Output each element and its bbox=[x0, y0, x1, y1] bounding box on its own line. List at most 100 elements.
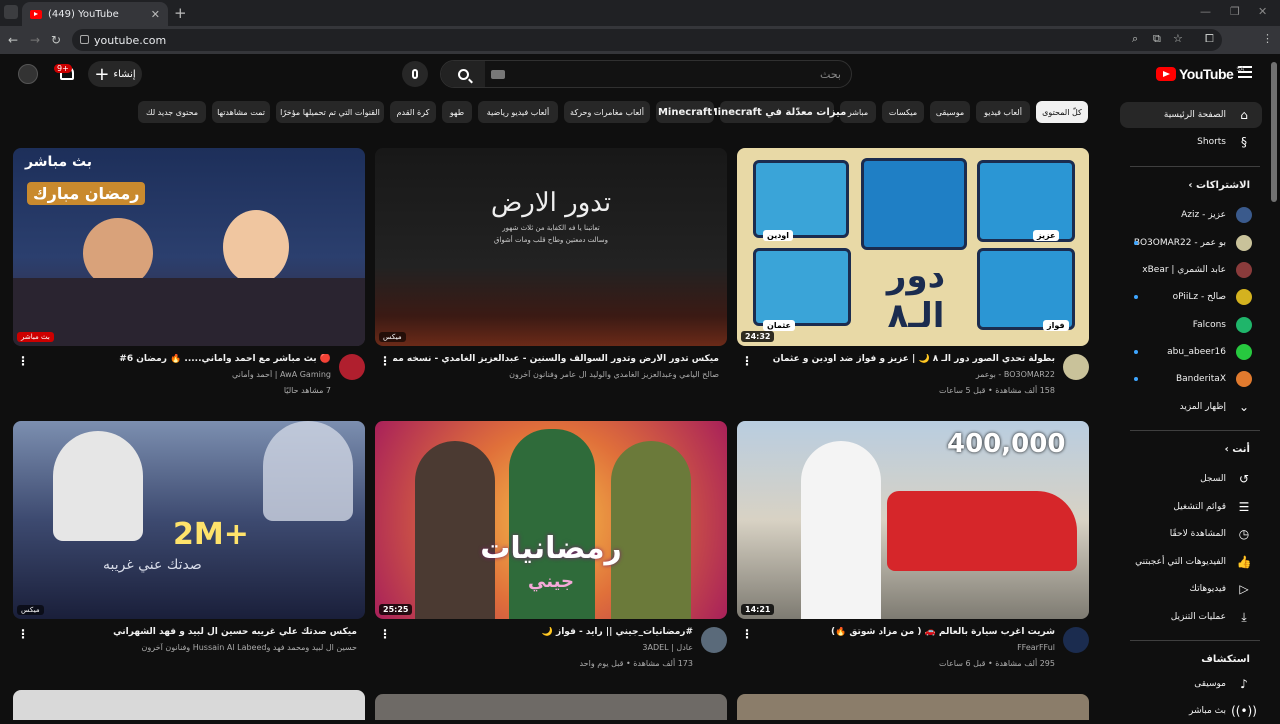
search-button[interactable] bbox=[441, 61, 485, 87]
sidebar-item-your-videos[interactable]: فيديوهاتك ▷ bbox=[1120, 576, 1262, 602]
more-actions-icon[interactable]: ⋮ bbox=[741, 354, 753, 368]
video-title[interactable]: بطولة تحدي الصور دور الـ ٨ 🌙 | عزيز و فو… bbox=[755, 354, 1055, 364]
video-card[interactable]: دور الـ٨ اودين عزيز عثمان فواز 24:32 بطو… bbox=[737, 148, 1089, 395]
restore-icon[interactable]: ❐ bbox=[1230, 5, 1240, 18]
sidebar-item-live[interactable]: بث مباشر ((•)) bbox=[1120, 698, 1262, 724]
sidebar-item-music[interactable]: موسيقى ♪ bbox=[1120, 671, 1262, 697]
search-input[interactable] bbox=[493, 61, 845, 87]
voice-search-button[interactable] bbox=[402, 61, 428, 87]
video-thumbnail[interactable]: 2M+ صدتك عني غريبه ميكس bbox=[13, 421, 365, 619]
subscription-item[interactable]: صالح - oPiiLz bbox=[1120, 284, 1262, 310]
account-avatar[interactable] bbox=[18, 64, 38, 84]
close-window-icon[interactable]: ✕ bbox=[1258, 5, 1267, 18]
chip-cooking[interactable]: طهو bbox=[442, 101, 472, 123]
more-actions-icon[interactable]: ⋮ bbox=[379, 627, 391, 641]
more-actions-icon[interactable]: ⋮ bbox=[17, 627, 29, 641]
reload-icon[interactable]: ↻ bbox=[51, 33, 61, 47]
more-actions-icon[interactable]: ⋮ bbox=[17, 354, 29, 368]
close-tab-icon[interactable]: ✕ bbox=[151, 8, 160, 21]
chip-video-games[interactable]: ألعاب فيديو bbox=[976, 101, 1030, 123]
install-icon[interactable]: ⧉ bbox=[1153, 32, 1161, 46]
bookmark-star-icon[interactable]: ☆ bbox=[1173, 32, 1183, 45]
browser-menu-icon[interactable]: ⋮ bbox=[1262, 32, 1273, 45]
new-tab-icon[interactable]: + bbox=[174, 4, 187, 22]
subscription-item[interactable]: BanderitaX bbox=[1120, 366, 1262, 392]
video-thumbnail[interactable] bbox=[375, 694, 727, 720]
channel-avatar[interactable] bbox=[339, 354, 365, 380]
video-card[interactable]: بث مباشر رمضان مبارك بث مباشر 🔴 بث مباشر… bbox=[13, 148, 365, 395]
forward-icon[interactable]: → bbox=[30, 33, 40, 47]
channel-name[interactable]: صالح اليامي وعبدالعزيز الغامدي والوليد ا… bbox=[393, 370, 719, 379]
create-button[interactable]: + إنشاء bbox=[88, 61, 142, 87]
more-actions-icon[interactable]: ⋮ bbox=[379, 354, 391, 368]
video-thumbnail[interactable]: 400,000 14:21 bbox=[737, 421, 1089, 619]
channel-name[interactable]: FFearFFul bbox=[755, 643, 1055, 652]
sidebar-item-liked[interactable]: الفيديوهات التي أعجبتني 👍 bbox=[1120, 549, 1262, 575]
subscription-item[interactable]: عزيز - Aziz bbox=[1120, 202, 1262, 228]
sidebar-item-watch-later[interactable]: المشاهدة لاحقًا ◷ bbox=[1120, 521, 1262, 547]
video-title[interactable]: #رمضانيات_جيني || رايد - فواز 🌙 bbox=[393, 627, 693, 637]
sidebar-item-downloads[interactable]: عمليات التنزيل ⤓ bbox=[1120, 604, 1262, 630]
chip-new-to-you[interactable]: محتوى جديد لك bbox=[138, 101, 206, 123]
chip-sports-games[interactable]: ألعاب فيديو رياضية bbox=[478, 101, 558, 123]
site-info-icon[interactable] bbox=[80, 35, 89, 44]
video-thumbnail[interactable]: تدور الارض تعاتبنا يا فه الكفاية من ثلاث… bbox=[375, 148, 727, 346]
sidebar-item-playlists[interactable]: قوائم التشغيل ☰ bbox=[1120, 494, 1262, 520]
channel-name[interactable]: AwA Gaming | أحمد وأماني bbox=[31, 370, 331, 379]
video-thumbnail[interactable]: رمضانيات جيني 25:25 bbox=[375, 421, 727, 619]
browser-tab[interactable]: (449) YouTube ✕ bbox=[22, 2, 168, 26]
chip-football[interactable]: كرة القدم bbox=[390, 101, 436, 123]
video-title[interactable]: ميكس صدتك علي غريبه حسين آل لبيد و فهد ا… bbox=[31, 627, 357, 637]
video-thumbnail[interactable]: دور الـ٨ اودين عزيز عثمان فواز 24:32 bbox=[737, 148, 1089, 346]
chip-all[interactable]: كلّ المحتوى bbox=[1036, 101, 1088, 123]
channel-name[interactable]: BO3OMAR22 - بوعمر bbox=[755, 370, 1055, 379]
extensions-icon[interactable]: ⧠ bbox=[1205, 32, 1214, 46]
sidebar-item-label: المشاهدة لاحقًا bbox=[1169, 529, 1226, 539]
video-card[interactable]: 2M+ صدتك عني غريبه ميكس ميكس صدتك علي غر… bbox=[13, 421, 365, 652]
page-scrollbar[interactable] bbox=[1270, 54, 1278, 720]
back-icon[interactable]: ← bbox=[8, 33, 18, 47]
minimize-icon[interactable]: — bbox=[1200, 5, 1211, 18]
scrollbar-thumb[interactable] bbox=[1271, 62, 1277, 202]
subscription-item[interactable]: Falcons bbox=[1120, 312, 1262, 338]
zoom-icon[interactable]: ⌕ bbox=[1132, 32, 1138, 46]
channel-avatar[interactable] bbox=[701, 627, 727, 653]
chip-mixes[interactable]: ميكسات bbox=[882, 101, 924, 123]
youtube-logo[interactable]: YouTube SA bbox=[1156, 66, 1244, 82]
search-box bbox=[440, 60, 852, 88]
channel-avatar[interactable] bbox=[1063, 627, 1089, 653]
chip-minecraft-mods[interactable]: ميزات معدّلة في Minecraft bbox=[708, 101, 846, 123]
chip-music[interactable]: موسيقى bbox=[930, 101, 970, 123]
thumb-person bbox=[263, 421, 353, 521]
channel-name[interactable]: عادل | 3ADEL bbox=[393, 643, 693, 652]
show-more-button[interactable]: إظهار المزيد ⌄ bbox=[1120, 394, 1262, 420]
video-title[interactable]: ميكس تدور الارض وتدور السوالف والسنين - … bbox=[393, 354, 719, 364]
channel-avatar[interactable] bbox=[1063, 354, 1089, 380]
channel-name[interactable]: حسين ال لبيد ومحمد فهد وHussain Al Labee… bbox=[31, 643, 357, 652]
video-title[interactable]: شريت اغرب سيارة بالعالم 🚗 ( من مزاد شوتق… bbox=[755, 627, 1055, 637]
video-title[interactable]: 🔴 بث مباشر مع أحمد وأماني..... 🔥 رمضان 6… bbox=[31, 354, 331, 364]
sidebar-item-home[interactable]: الصفحة الرئيسية ⌂ bbox=[1120, 102, 1262, 128]
subscription-item[interactable]: abu_abeer16 bbox=[1120, 339, 1262, 365]
you-heading[interactable]: أنت › bbox=[1225, 444, 1250, 455]
video-card[interactable]: رمضانيات جيني 25:25 #رمضانيات_جيني || را… bbox=[375, 421, 727, 668]
sidebar-item-shorts[interactable]: Shorts § bbox=[1120, 129, 1262, 155]
address-bar[interactable]: youtube.com bbox=[72, 29, 1222, 51]
subscriptions-heading[interactable]: الاشتراكات › bbox=[1188, 180, 1250, 191]
video-thumbnail[interactable] bbox=[737, 694, 1089, 720]
more-actions-icon[interactable]: ⋮ bbox=[741, 627, 753, 641]
video-card[interactable]: 400,000 14:21 شريت اغرب سيارة بالعالم 🚗 … bbox=[737, 421, 1089, 668]
subscription-item[interactable]: عابد الشمري | xBear bbox=[1120, 257, 1262, 283]
video-card[interactable]: تدور الارض تعاتبنا يا فه الكفاية من ثلاث… bbox=[375, 148, 727, 379]
video-thumbnail[interactable] bbox=[13, 690, 365, 720]
chip-watched[interactable]: تمت مشاهدتها bbox=[212, 101, 270, 123]
sidebar-item-history[interactable]: السجل ↺ bbox=[1120, 466, 1262, 492]
chip-recently-uploaded[interactable]: القنوات التي تم تحميلها مؤخرًا bbox=[276, 101, 384, 123]
thumb-name-label: عزيز bbox=[1033, 230, 1060, 241]
tab-search-icon[interactable] bbox=[4, 5, 18, 19]
video-thumbnail[interactable]: بث مباشر رمضان مبارك بث مباشر bbox=[13, 148, 365, 346]
chip-action-adventure[interactable]: ألعاب مغامرات وحركة bbox=[564, 101, 650, 123]
subscription-item[interactable]: بو عمر - BO3OMAR22 bbox=[1120, 230, 1262, 256]
channel-name: abu_abeer16 bbox=[1167, 347, 1226, 357]
chip-minecraft[interactable]: Minecraft bbox=[656, 101, 714, 123]
